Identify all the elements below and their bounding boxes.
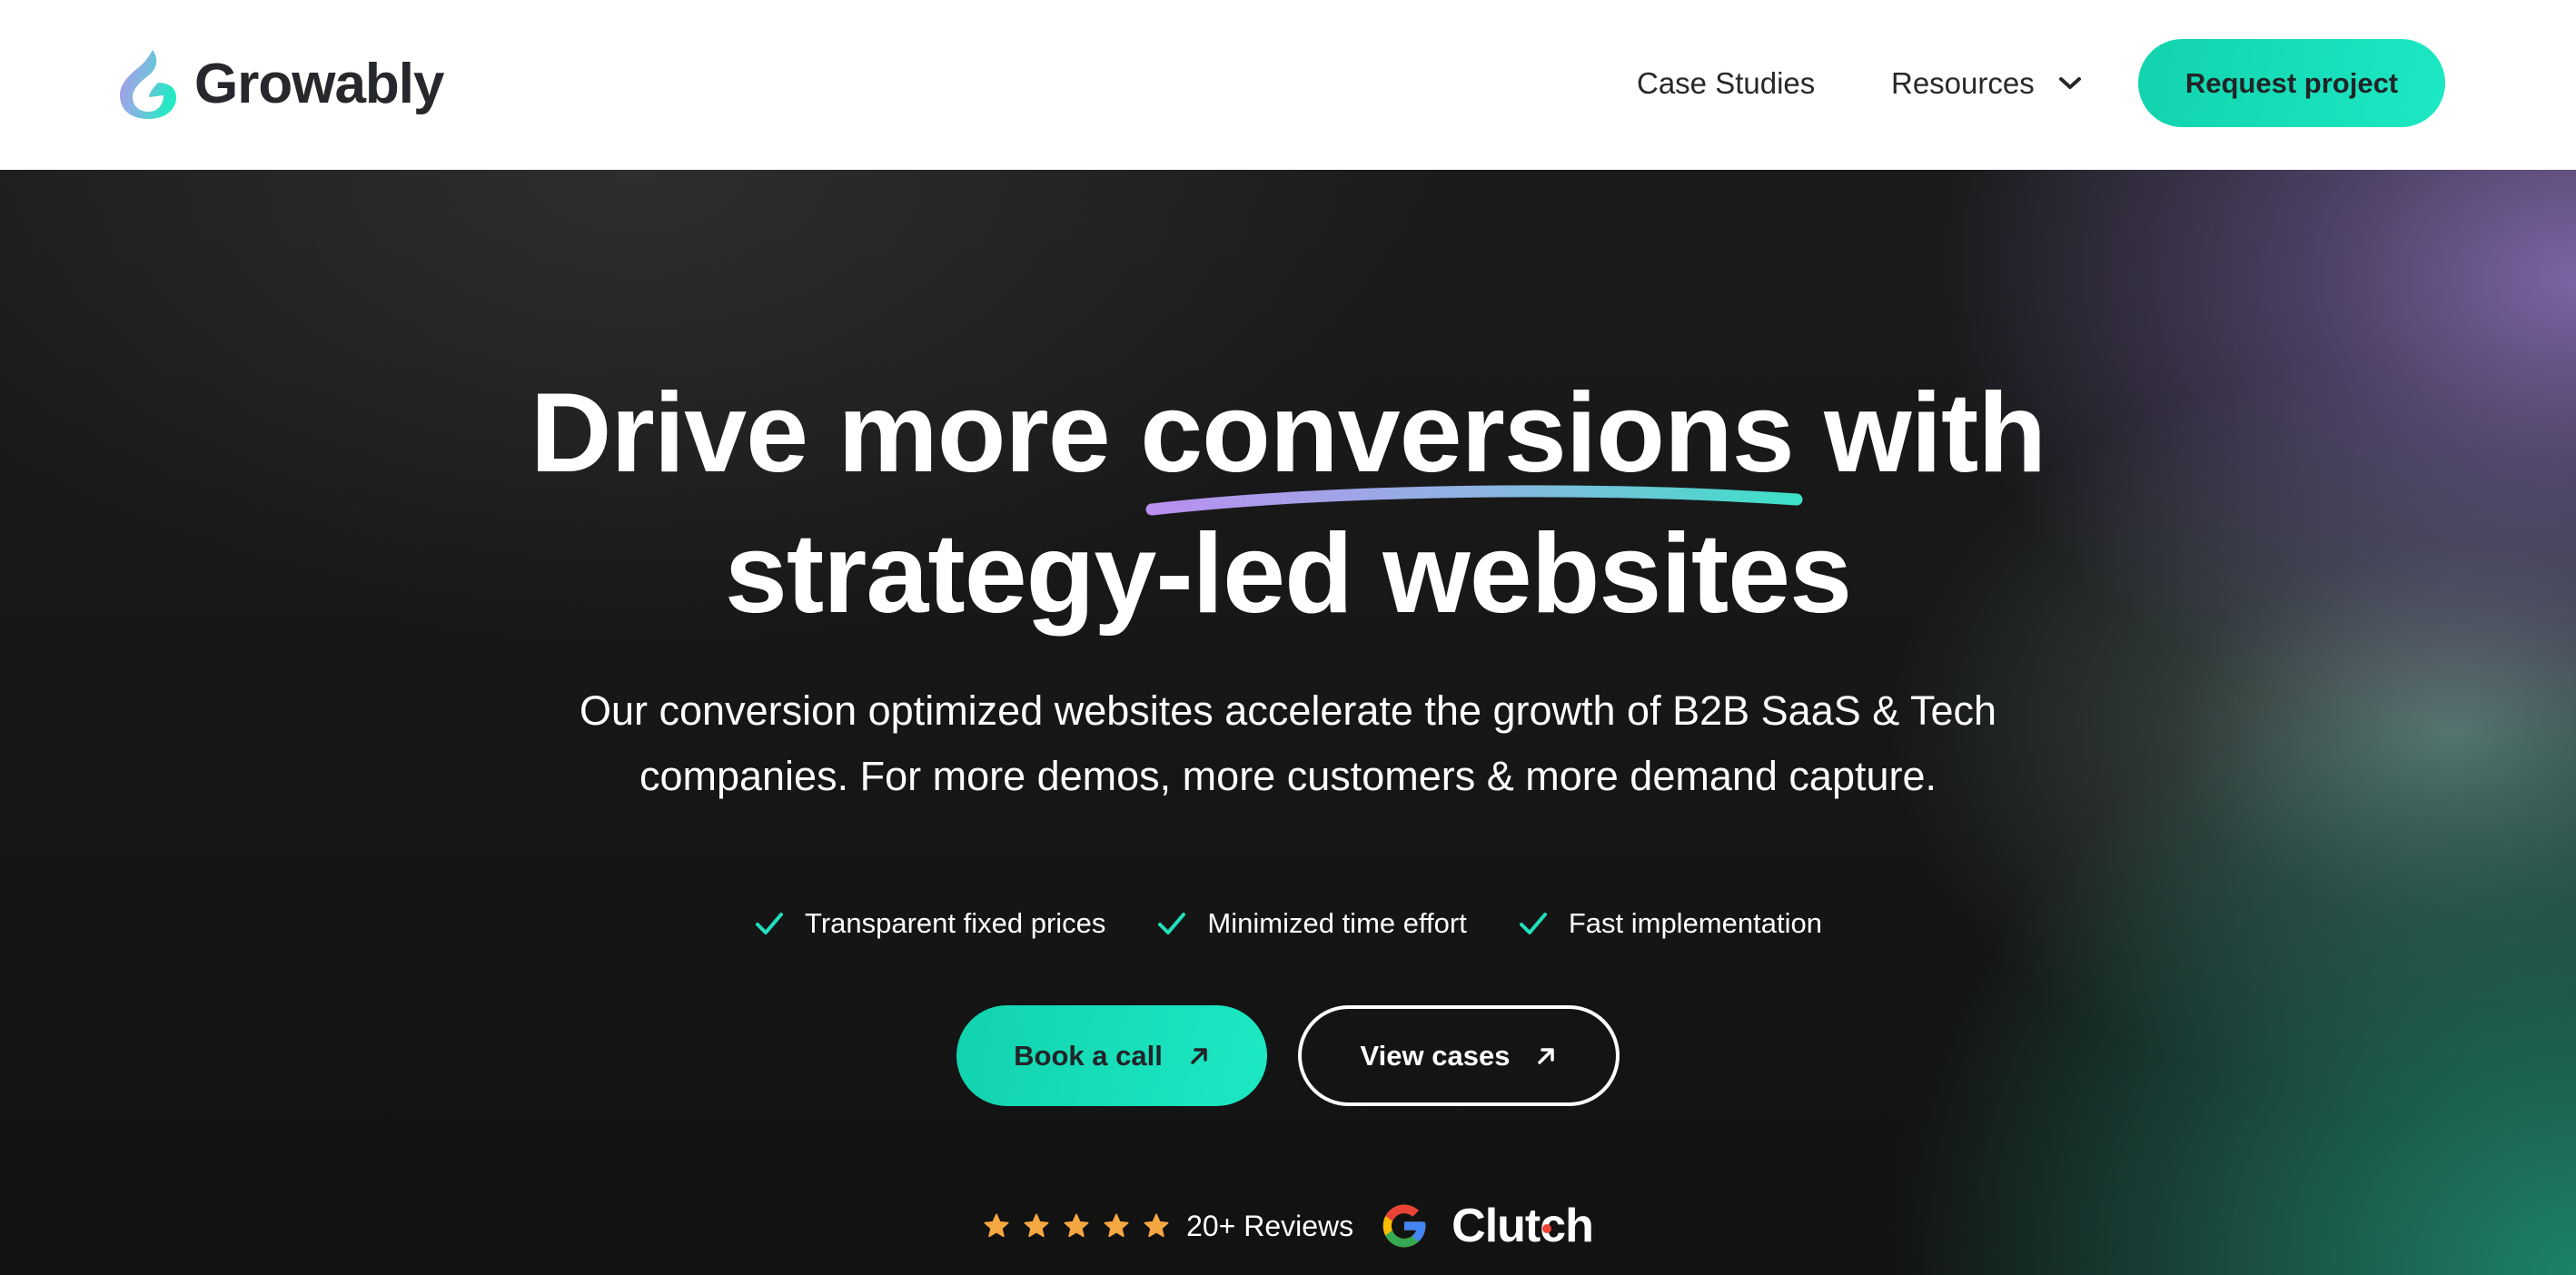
arrow-up-right-icon [1191,1047,1207,1064]
headline-line-2: strategy-led websites [724,511,1852,637]
request-project-button[interactable]: Request project [2138,39,2445,127]
nav-resources-label: Resources [1891,66,2035,100]
cta-row: Book a call View cases [0,1005,2576,1106]
reviews-count: 20+ Reviews [1186,1209,1354,1242]
brand-logo-link[interactable]: Growably [118,45,445,124]
benefit-item: Fast implementation [1518,904,1822,944]
subtext-line-1: Our conversion optimized websites accele… [580,687,1996,734]
growably-logo-icon [120,50,176,119]
check-icon [756,913,784,934]
subtext-line-2: companies. For more demos, more customer… [639,753,1937,799]
brand-name: Growably [194,53,445,115]
star-icon [1104,1213,1129,1238]
benefits-list: Transparent fixed prices Minimized time … [0,904,2576,944]
check-icon [1519,913,1547,934]
hero-subtext: Our conversion optimized websites accele… [0,678,2576,809]
star-icon [1024,1213,1049,1238]
star-icon [1144,1213,1169,1238]
hero-section: Drive more conversions with strategy-led… [0,170,2576,1275]
nav-case-studies[interactable]: Case Studies [1637,64,1815,104]
view-cases-label: View cases [1360,1039,1511,1072]
book-a-call-button[interactable]: Book a call [956,1005,1267,1106]
arrow-up-right-icon [1538,1047,1555,1064]
google-logo-icon[interactable] [1379,1201,1430,1251]
benefit-item: Minimized time effort [1156,904,1467,944]
star-icon [984,1213,1009,1238]
benefit-item: Transparent fixed prices [754,904,1105,944]
view-cases-button[interactable]: View cases [1298,1005,1620,1106]
star-icon [1064,1213,1089,1238]
check-icon [1158,913,1186,934]
star-rating [983,1212,1170,1240]
benefit-label: Transparent fixed prices [805,907,1106,939]
clutch-logo[interactable]: Clutch [1451,1199,1594,1253]
clutch-wordmark: Clutch [1451,1200,1594,1252]
highlight-underline-swoosh [1145,485,1803,516]
chevron-down-icon [2058,77,2081,89]
benefit-label: Minimized time effort [1207,907,1467,939]
benefit-label: Fast implementation [1568,907,1822,939]
site-header: Growably Case Studies Resources Request … [0,0,2576,170]
reviews-row: 20+ Reviews Clutch [0,1199,2576,1253]
book-a-call-label: Book a call [1014,1039,1163,1072]
nav-resources[interactable]: Resources [1891,64,2084,104]
